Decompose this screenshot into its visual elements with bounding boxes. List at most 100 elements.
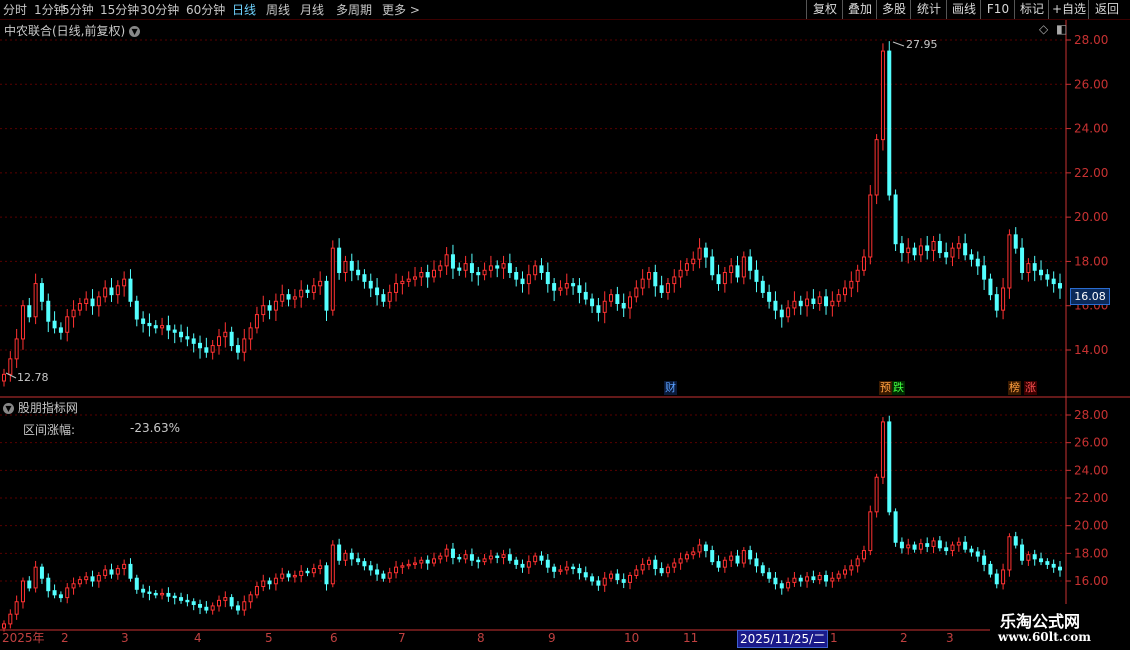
price-tick-label: 14.00: [1074, 343, 1108, 357]
candle-body: [261, 580, 266, 588]
candle-body: [931, 540, 936, 547]
candle-body: [122, 278, 127, 287]
candle-body: [944, 252, 949, 258]
candle-body: [267, 580, 272, 585]
candle-body: [65, 316, 70, 333]
candle-body: [495, 265, 500, 269]
candle-body: [925, 245, 930, 251]
candle-body: [861, 550, 866, 560]
sub-price-axis: 16.00 18.00 20.00 22.00 24.00 26.00 28.00: [1066, 408, 1108, 588]
candle-body: [520, 278, 525, 285]
candle-body: [198, 604, 203, 608]
rank-marker[interactable]: 榜: [1008, 381, 1021, 395]
candle-body: [128, 278, 133, 302]
candle-body: [912, 247, 917, 256]
candle-body: [552, 283, 557, 291]
stock-title: 中农联合(日线,前复权): [4, 24, 126, 38]
candle-body: [280, 294, 285, 302]
candle-body: [855, 558, 860, 567]
price-tick-label: 20.00: [1074, 519, 1108, 533]
finance-marker[interactable]: 财: [664, 381, 677, 395]
candle-body: [830, 300, 835, 307]
candle-body: [2, 373, 6, 382]
candle-body: [539, 555, 544, 561]
candle-body: [280, 573, 285, 579]
chevron-down-icon[interactable]: ▼: [129, 26, 141, 37]
candle-body: [444, 254, 449, 267]
candle-body: [179, 331, 184, 338]
candle-body: [103, 287, 108, 298]
candle-body: [773, 577, 778, 585]
candle-body: [887, 421, 892, 513]
candle-body: [988, 563, 993, 575]
candle-body: [583, 291, 588, 300]
candle-body: [514, 559, 519, 565]
price-tick-label: 26.00: [1074, 436, 1108, 450]
candle-body: [564, 283, 569, 289]
kline-chart[interactable]: 14.00 16.00 18.00 20.00 22.00 24.00 26.00 28.00…: [0, 0, 1130, 650]
candle-body: [153, 592, 158, 596]
candle-body: [235, 345, 240, 353]
forecast-marker[interactable]: 预: [879, 381, 892, 395]
candle-body: [318, 280, 323, 287]
candle-body: [109, 287, 114, 296]
panel-menu-icon[interactable]: ◧: [1056, 22, 1067, 36]
candle-body: [975, 551, 980, 557]
diamond-icon[interactable]: ◇: [1039, 22, 1048, 36]
candle-body: [577, 285, 582, 293]
indicator-panel-title[interactable]: ▼ 股朋指标网: [3, 399, 78, 416]
candle-body: [52, 590, 57, 596]
candle-body: [906, 247, 911, 254]
candle-body: [292, 296, 297, 300]
fall-marker[interactable]: 跌: [892, 381, 905, 395]
candle-body: [956, 541, 961, 546]
candle-body: [356, 269, 361, 276]
price-tick-label: 18.00: [1074, 254, 1108, 268]
candle-body: [305, 289, 310, 293]
candle-body: [798, 300, 803, 307]
candle-body: [817, 574, 822, 581]
candle-body: [545, 559, 550, 568]
candle-body: [419, 559, 424, 564]
candle-body: [84, 576, 89, 581]
candle-body: [596, 580, 601, 586]
candle-body: [292, 574, 297, 578]
candle-body: [1051, 278, 1056, 285]
candle-body: [134, 577, 139, 590]
main-candles: [2, 41, 1062, 387]
date-label: 2: [61, 631, 69, 645]
candle-body: [330, 544, 335, 585]
candle-body: [722, 272, 727, 285]
candle-body: [659, 285, 664, 293]
candle-body: [273, 577, 278, 585]
date-label: 2025年: [2, 631, 45, 645]
candle-body: [533, 555, 538, 563]
candle-body: [311, 285, 316, 293]
candle-body: [20, 580, 25, 603]
candle-body: [273, 300, 278, 311]
candle-body: [501, 263, 506, 269]
candle-body: [760, 565, 765, 574]
candle-body: [640, 278, 645, 289]
date-label: 8: [477, 631, 485, 645]
candle-body: [729, 265, 734, 274]
candle-body: [71, 583, 76, 589]
candle-body: [406, 278, 411, 282]
candle-body: [362, 274, 367, 282]
candle-body: [899, 541, 904, 549]
candle-body: [507, 554, 512, 561]
candle-body: [741, 550, 746, 564]
rise-marker[interactable]: 涨: [1024, 381, 1037, 395]
main-panel-title[interactable]: 中农联合(日线,前复权) ▼: [4, 22, 141, 39]
candle-body: [147, 322, 152, 327]
date-label: 3: [121, 631, 129, 645]
candle-body: [463, 263, 468, 271]
candle-body: [514, 272, 519, 280]
candle-body: [590, 298, 595, 307]
candle-body: [735, 265, 740, 278]
range-change-value: -23.63%: [130, 421, 181, 435]
chevron-down-icon[interactable]: ▼: [3, 403, 14, 414]
candle-body: [204, 347, 209, 353]
candle-body: [400, 280, 405, 285]
selected-date[interactable]: 2025/11/25/二: [737, 630, 829, 648]
